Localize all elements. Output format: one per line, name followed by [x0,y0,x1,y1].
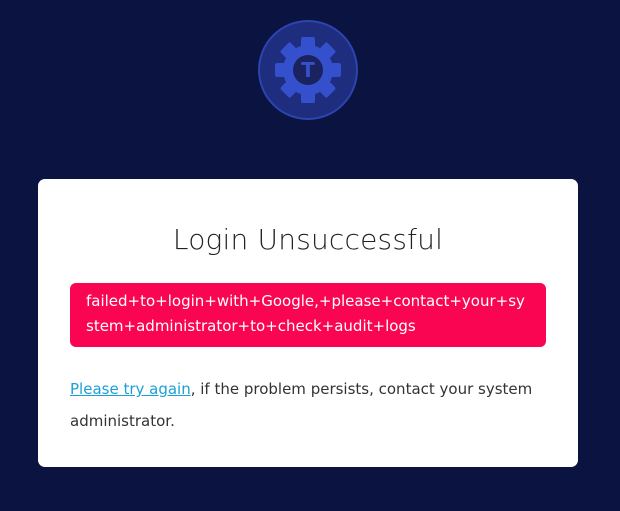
retry-link[interactable]: Please try again [70,380,191,398]
gear-t-logo-icon: T [258,20,358,120]
logo-letter: T [301,58,315,82]
app-logo: T [258,20,358,120]
page-title: Login Unsuccessful [172,223,444,256]
login-error-card: Login Unsuccessful failed+to+login+with+… [38,179,578,467]
help-text: Please try again, if the problem persist… [70,373,546,437]
error-message-banner: failed+to+login+with+Google,+please+cont… [70,283,546,347]
